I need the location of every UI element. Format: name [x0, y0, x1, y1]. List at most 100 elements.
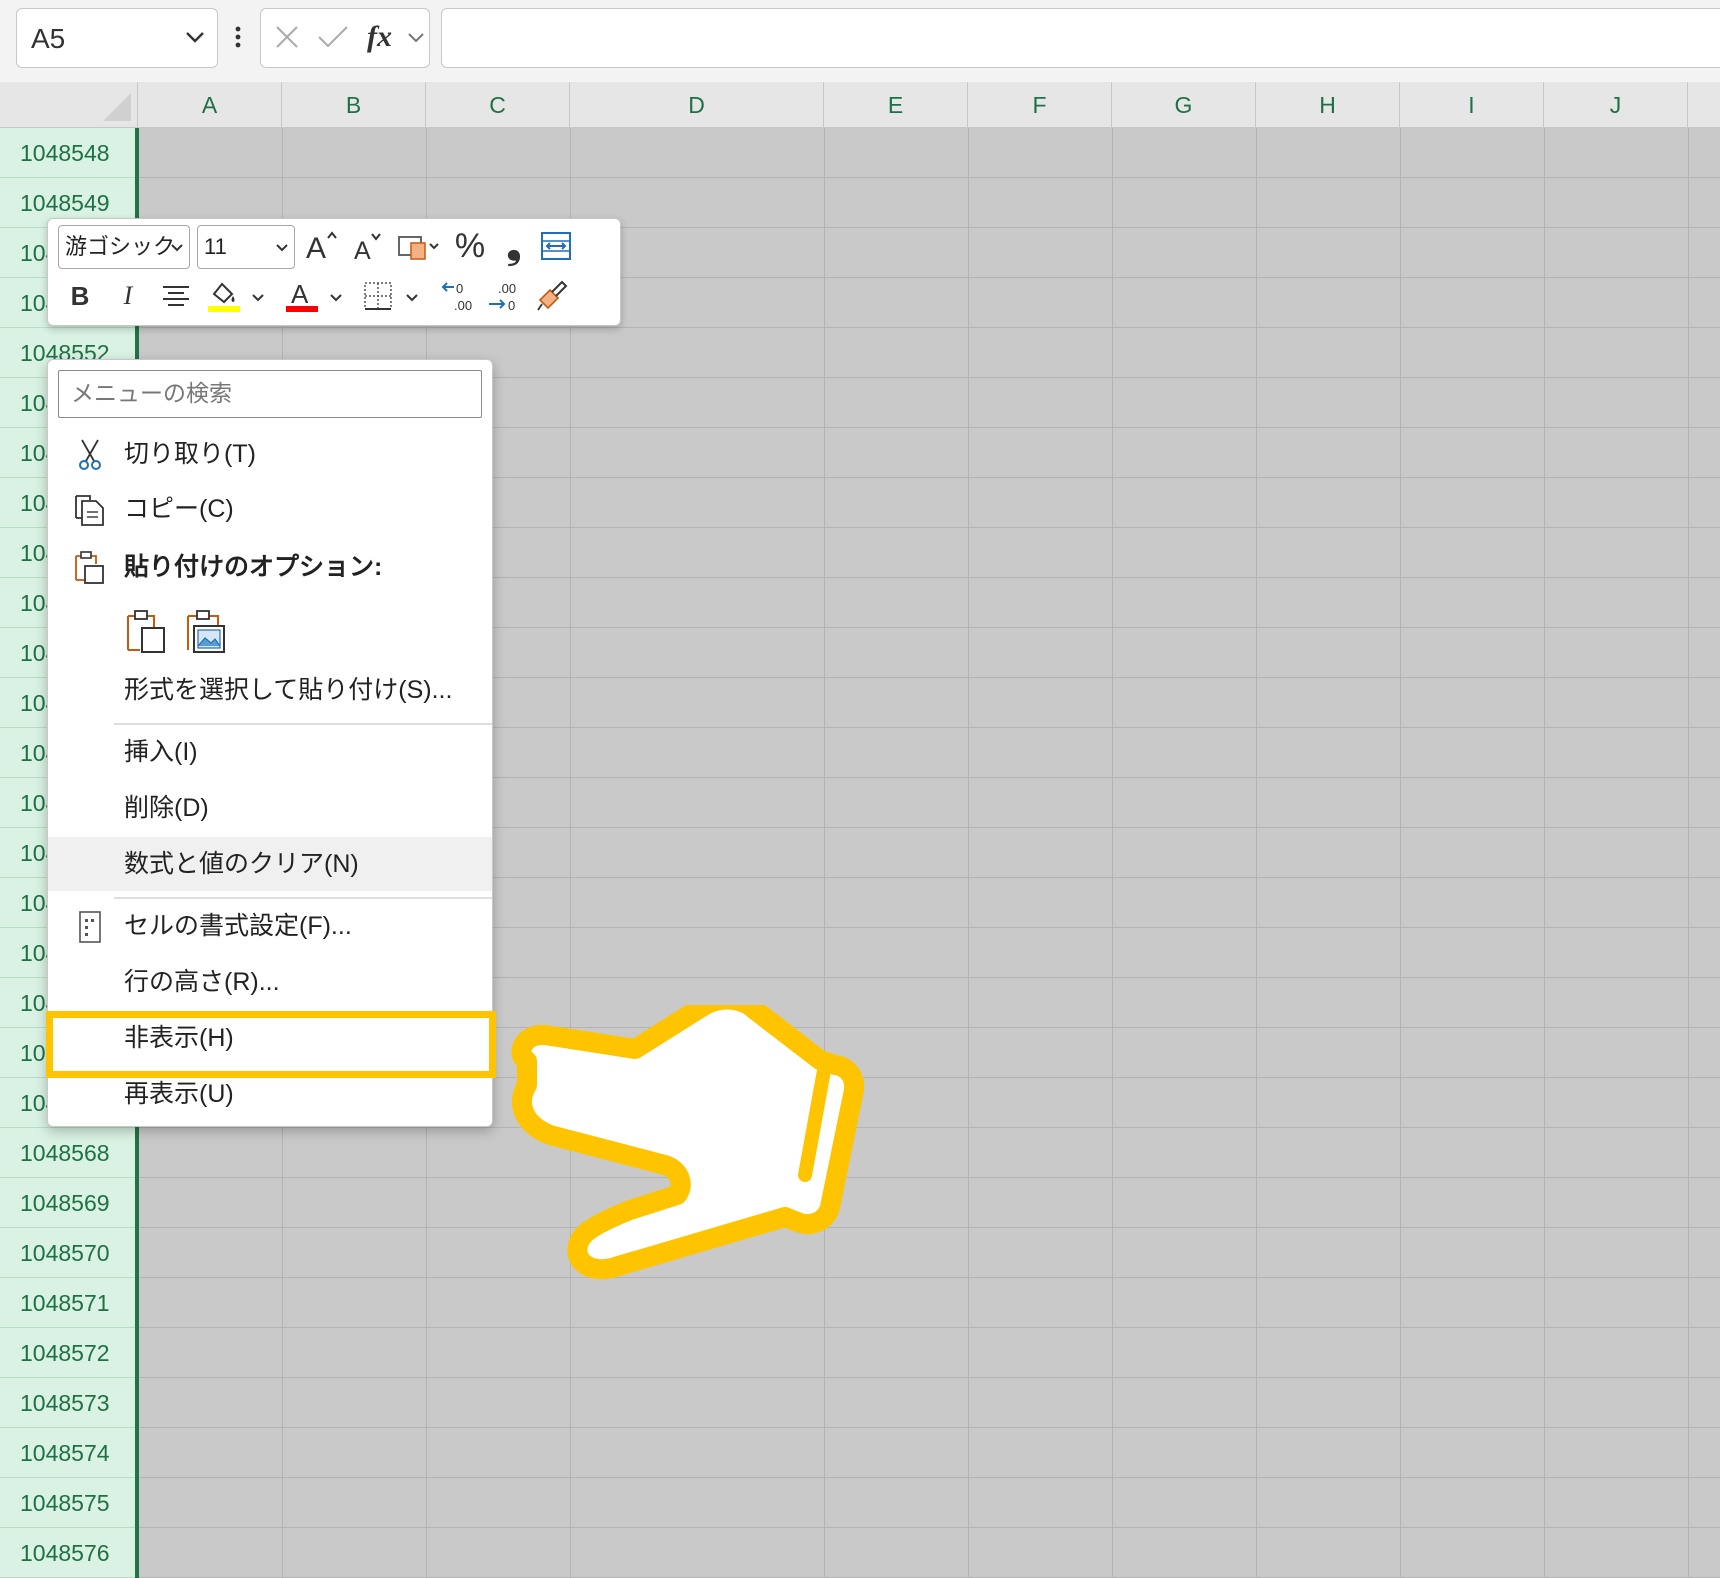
italic-button[interactable]: I — [108, 275, 148, 317]
menu-search-input[interactable]: メニューの検索 — [58, 370, 482, 418]
column-header-b[interactable]: B — [282, 82, 426, 128]
name-box[interactable]: A5 — [16, 8, 218, 68]
menu-item-copy[interactable]: コピー(C) — [48, 482, 492, 536]
gridline — [824, 128, 825, 1578]
center-align-button[interactable] — [156, 275, 196, 317]
column-header-e[interactable]: E — [824, 82, 968, 128]
fill-color-button[interactable] — [204, 275, 244, 317]
column-header-f[interactable]: F — [968, 82, 1112, 128]
row-header-cell[interactable]: 1048568 — [0, 1128, 136, 1178]
svg-text:.00: .00 — [454, 298, 472, 313]
svg-text:fx: fx — [367, 20, 392, 53]
font-name-select[interactable]: 游ゴシック — [58, 225, 190, 269]
mini-toolbar: 游ゴシック 11 A A % ❟ B I A 0 .00 .00 0 — [47, 218, 621, 326]
borders-icon — [364, 282, 392, 310]
font-name-value: 游ゴシック — [65, 234, 176, 259]
menu-item-clear-contents[interactable]: 数式と値のクリア(N) — [48, 837, 492, 891]
more-options-icon[interactable] — [232, 20, 244, 54]
chevron-down-icon[interactable] — [328, 291, 344, 305]
gridline — [1112, 128, 1113, 1578]
menu-item-delete[interactable]: 削除(D) — [48, 781, 492, 835]
font-size-value: 11 — [204, 234, 227, 259]
format-cells-icon — [79, 911, 101, 943]
column-header-g[interactable]: G — [1112, 82, 1256, 128]
column-header-a[interactable]: A — [138, 82, 282, 128]
name-box-value: A5 — [31, 23, 66, 54]
column-header-h[interactable]: H — [1256, 82, 1400, 128]
formula-input[interactable] — [441, 8, 1720, 68]
pointing-hand-icon — [511, 1005, 864, 1280]
scissors-icon — [79, 439, 101, 470]
paste-icon[interactable] — [124, 608, 168, 656]
svg-text:A: A — [306, 232, 326, 264]
menu-item-label: 切り取り(T) — [124, 440, 256, 468]
paste-picture-icon[interactable] — [184, 608, 228, 656]
paste-icon — [75, 551, 104, 584]
menu-item-row-height[interactable]: 行の高さ(R)... — [48, 955, 492, 1009]
menu-item-label: 数式と値のクリア(N) — [124, 850, 359, 878]
percent-style-button[interactable]: % — [450, 225, 490, 267]
formula-bar: A5 fx — [0, 0, 1720, 82]
accounting-format-button[interactable] — [396, 225, 442, 267]
row-header-cell[interactable]: 1048572 — [0, 1328, 136, 1378]
chevron-down-icon[interactable] — [404, 291, 420, 305]
menu-item-label: 削除(D) — [124, 794, 209, 822]
gridline — [1688, 128, 1689, 1578]
decrease-font-size-button[interactable]: A — [348, 225, 388, 267]
row-header-cell[interactable]: 1048573 — [0, 1378, 136, 1428]
column-header-j[interactable]: J — [1544, 82, 1688, 128]
menu-item-label: 行の高さ(R)... — [124, 968, 280, 996]
column-header-i[interactable]: I — [1400, 82, 1544, 128]
borders-button[interactable] — [358, 275, 398, 317]
font-size-select[interactable]: 11 — [197, 225, 295, 269]
row-header-cell[interactable]: 1048569 — [0, 1178, 136, 1228]
column-header-c[interactable]: C — [426, 82, 570, 128]
menu-item-insert[interactable]: 挿入(I) — [48, 725, 492, 779]
menu-item-label: 挿入(I) — [124, 738, 198, 766]
format-painter-icon — [537, 280, 568, 311]
enter-icon[interactable] — [316, 23, 350, 51]
column-header-d[interactable]: D — [570, 82, 824, 128]
merge-center-icon — [541, 232, 571, 260]
row-header-cell[interactable]: 1048574 — [0, 1428, 136, 1478]
select-all-button[interactable] — [0, 82, 138, 128]
gridline — [570, 128, 571, 1578]
bold-button[interactable]: B — [60, 275, 100, 317]
menu-item-paste-options: 貼り付けのオプション: — [48, 540, 492, 594]
row-header-cell[interactable]: 1048570 — [0, 1228, 136, 1278]
row-header-cell[interactable]: 1048548 — [0, 128, 136, 178]
svg-text:A: A — [354, 237, 371, 264]
menu-item-format-cells[interactable]: セルの書式設定(F)... — [48, 899, 492, 953]
row-header-cell[interactable]: 1048571 — [0, 1278, 136, 1328]
row-header-cell[interactable]: 1048576 — [0, 1528, 136, 1578]
menu-item-label: コピー(C) — [124, 495, 234, 523]
decrease-decimal-icon: .00 0 — [489, 281, 516, 313]
chevron-down-icon[interactable] — [183, 25, 207, 49]
chevron-down-icon[interactable] — [250, 291, 266, 305]
format-painter-button[interactable] — [532, 275, 572, 317]
gridline — [1400, 128, 1401, 1578]
font-color-icon: A — [286, 279, 318, 312]
svg-text:.00: .00 — [498, 281, 516, 296]
menu-item-cut[interactable]: 切り取り(T) — [48, 427, 492, 481]
menu-item-label: 形式を選択して貼り付け(S)... — [124, 676, 453, 704]
select-all-triangle — [103, 93, 131, 121]
chevron-down-icon — [171, 244, 183, 252]
increase-decimal-button[interactable]: 0 .00 — [438, 275, 478, 317]
gridline — [968, 128, 969, 1578]
menu-item-label: セルの書式設定(F)... — [124, 912, 352, 940]
copy-icon — [75, 495, 104, 526]
decrease-decimal-button[interactable]: .00 0 — [484, 275, 524, 317]
cancel-icon[interactable] — [273, 23, 301, 51]
increase-font-size-button[interactable]: A — [302, 225, 342, 267]
chevron-down-icon[interactable] — [407, 31, 425, 45]
svg-text:A: A — [291, 279, 309, 309]
row-header-cell[interactable]: 1048575 — [0, 1478, 136, 1528]
merge-center-button[interactable] — [536, 225, 576, 267]
insert-function-icon[interactable]: fx — [365, 19, 405, 55]
increase-decimal-icon: 0 .00 — [441, 281, 472, 313]
comma-style-button[interactable]: ❟ — [494, 225, 534, 267]
menu-item-paste-special[interactable]: 形式を選択して貼り付け(S)... — [48, 663, 492, 717]
decrease-font-size-icon: A — [354, 233, 381, 264]
font-color-button[interactable]: A — [282, 275, 322, 317]
